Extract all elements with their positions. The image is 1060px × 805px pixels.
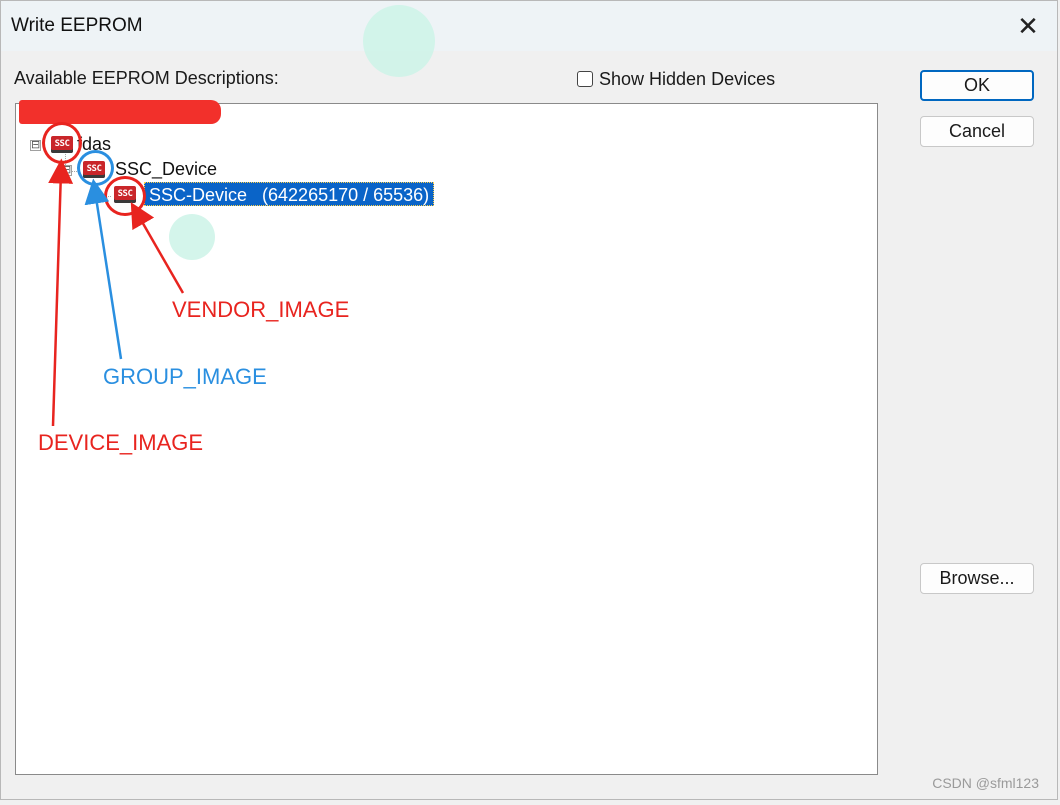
tree-node-device-selected[interactable]: SSC-Device (642265170 / 65536) [144,182,435,206]
decorative-circle [169,214,215,260]
collapse-toggle[interactable]: ⊟ [30,140,41,151]
ok-button[interactable]: OK [920,70,1034,101]
write-eeprom-dialog: Write EEPROM ✕ Available EEPROM Descript… [0,0,1058,800]
device-image-label: DEVICE_IMAGE [38,430,204,455]
vendor-image-highlight [104,176,146,216]
checkbox-box[interactable] [577,71,593,87]
group-image-label: GROUP_IMAGE [103,364,267,389]
browse-button[interactable]: Browse... [920,563,1034,594]
available-descriptions-label: Available EEPROM Descriptions: [14,68,279,88]
show-hidden-devices-checkbox[interactable]: Show Hidden Devices [577,67,775,91]
cancel-button[interactable]: Cancel [920,116,1034,147]
collapse-toggle[interactable]: ⊟ [61,165,72,176]
close-icon[interactable]: ✕ [1013,11,1043,41]
vendor-image-label: VENDOR_IMAGE [172,297,350,322]
watermark: CSDN @sfml123 [932,775,1039,791]
window-title: Write EEPROM [11,15,143,36]
group-image-highlight [77,150,114,186]
redaction-mark [19,100,221,124]
decorative-circle [363,5,435,77]
show-hidden-devices-label[interactable]: Show Hidden Devices [599,69,775,90]
title-bar[interactable]: Write EEPROM ✕ [1,1,1057,51]
device-image-highlight [42,122,82,164]
